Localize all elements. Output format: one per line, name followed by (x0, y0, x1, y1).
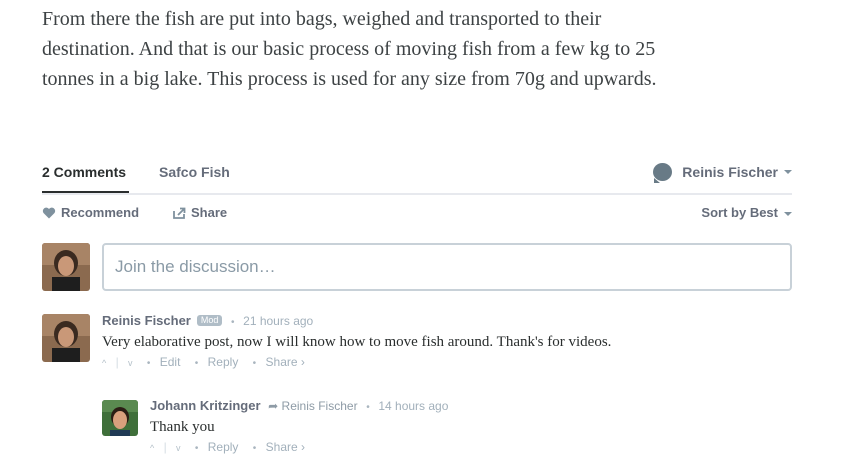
upvote-icon[interactable]: ^ (150, 443, 154, 453)
avatar[interactable] (42, 314, 90, 362)
separator-dot: • (252, 358, 257, 369)
share-label: Share (191, 205, 228, 220)
mod-badge: Mod (196, 315, 223, 326)
chevron-down-icon (784, 211, 792, 216)
comment-body: Very elaborative post, now I will know h… (102, 334, 612, 350)
separator-dot: • (252, 443, 257, 454)
user-menu[interactable]: Reinis Fischer (653, 163, 792, 183)
avatar (42, 243, 90, 291)
tab-comments[interactable]: 2 Comments (42, 164, 126, 180)
comment-header: Reinis Fischer Mod • 21 hours ago (102, 313, 611, 328)
downvote-icon[interactable]: v (176, 443, 181, 453)
user-name: Reinis Fischer (682, 164, 778, 180)
separator-dot: • (146, 358, 151, 369)
upvote-icon[interactable]: ^ (102, 358, 106, 368)
downvote-icon[interactable]: v (128, 358, 133, 368)
comment-time[interactable]: 21 hours ago (243, 314, 313, 328)
recommend-button[interactable]: Recommend (42, 205, 139, 220)
reply-link[interactable]: Reply (208, 355, 239, 369)
heart-icon (42, 207, 56, 218)
comment-time[interactable]: 14 hours ago (378, 399, 448, 413)
comment-body: Thank you (150, 419, 215, 435)
reply-to[interactable]: ➦ Reinis Fischer (268, 399, 357, 413)
sort-dropdown[interactable]: Sort by Best (701, 205, 792, 220)
comment-composer[interactable] (102, 243, 792, 291)
divider: | (163, 440, 167, 454)
comment-footer: ^ | v • Reply • Share › (150, 440, 448, 454)
separator-dot: • (231, 317, 235, 328)
reply-to-name: Reinis Fischer (281, 399, 358, 413)
separator-dot: • (194, 443, 199, 454)
recommend-label: Recommend (61, 205, 140, 220)
reply-arrow-icon: ➦ (268, 399, 279, 413)
comment: Reinis Fischer Mod • 21 hours ago Very el… (102, 313, 611, 369)
article-line: destination. And that is our basic proce… (42, 38, 656, 60)
divider: | (115, 355, 119, 369)
tab-community[interactable]: Safco Fish (159, 164, 230, 180)
article-text: From there the fish are put into bags, w… (42, 4, 802, 94)
comment-input[interactable] (104, 245, 790, 289)
avatar[interactable] (102, 400, 138, 436)
chevron-down-icon (784, 170, 792, 174)
sort-label: Sort by Best (701, 205, 778, 220)
comment-author[interactable]: Reinis Fischer (102, 313, 191, 328)
separator-dot: • (194, 358, 199, 369)
comments-nav: 2 Comments Safco Fish Reinis Fischer (42, 160, 792, 195)
thread-actions: Recommend Share Sort by Best (42, 204, 792, 222)
comment-footer: ^ | v • Edit • Reply • Share › (102, 355, 611, 369)
active-tab-indicator (42, 191, 129, 193)
comment: Johann Kritzinger ➦ Reinis Fischer • 14 … (150, 398, 448, 454)
reply-link[interactable]: Reply (208, 440, 239, 454)
separator-dot: • (366, 402, 370, 413)
share-link[interactable]: Share › (266, 355, 305, 369)
edit-link[interactable]: Edit (160, 355, 181, 369)
article-line: tonnes in a big lake. This process is us… (42, 68, 657, 90)
comment-header: Johann Kritzinger ➦ Reinis Fischer • 14 … (150, 398, 448, 413)
comment-author[interactable]: Johann Kritzinger (150, 398, 261, 413)
article-line: From there the fish are put into bags, w… (42, 8, 602, 30)
chat-bubble-icon (653, 163, 673, 183)
share-icon (173, 207, 186, 219)
share-link[interactable]: Share › (266, 440, 305, 454)
share-button[interactable]: Share (172, 205, 227, 220)
